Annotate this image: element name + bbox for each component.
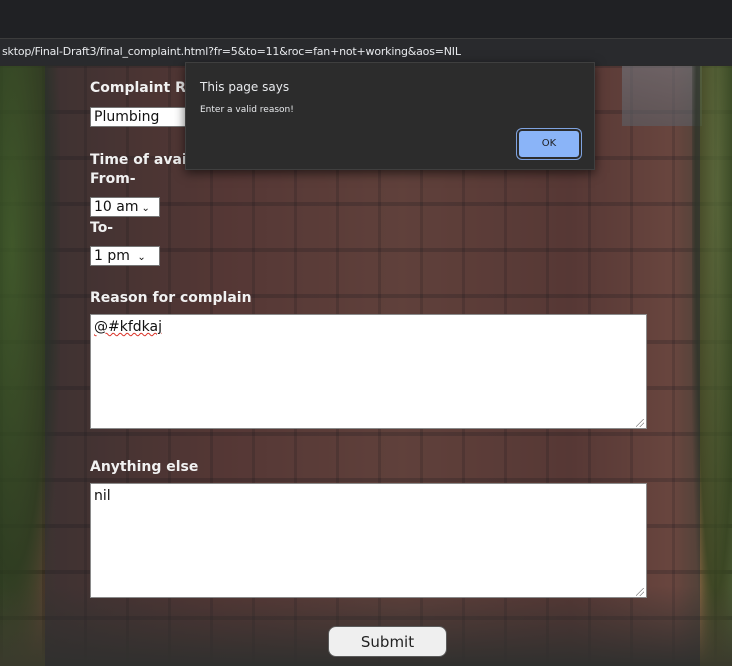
resize-grip-icon[interactable] (636, 588, 644, 596)
to-time-value: 1 pm (94, 248, 130, 264)
to-time-select[interactable]: 1 pm ⌄ (90, 246, 160, 266)
from-time-select[interactable]: 10 am ⌄ (90, 197, 160, 217)
complaint-label: Complaint Re (90, 80, 196, 96)
anything-else-textarea[interactable]: nil (90, 483, 647, 598)
chevron-down-icon: ⌄ (137, 252, 146, 263)
complaint-type-select[interactable]: Plumbing (90, 107, 190, 127)
from-time-value: 10 am (94, 199, 139, 215)
to-label: To- (90, 220, 114, 236)
reason-textarea[interactable]: @#kfdkaj (90, 314, 647, 429)
ok-button[interactable]: OK (519, 131, 579, 157)
chevron-down-icon: ⌄ (141, 203, 150, 214)
resize-grip-icon[interactable] (636, 419, 644, 427)
submit-button[interactable]: Submit (328, 626, 447, 657)
dialog-message: Enter a valid reason! (200, 105, 294, 115)
anything-else-text: nil (94, 488, 111, 504)
reason-label: Reason for complain (90, 290, 252, 306)
reason-text: @#kfdkaj (94, 319, 162, 335)
browser-tab-bar (0, 0, 732, 39)
dialog-title: This page says (200, 80, 290, 94)
time-label: Time of avail (90, 152, 192, 168)
alert-dialog: This page says Enter a valid reason! OK (185, 62, 595, 170)
complaint-type-value: Plumbing (94, 109, 160, 125)
url-text[interactable]: sktop/Final-Draft3/final_complaint.html?… (0, 45, 461, 58)
from-label: From- (90, 171, 136, 187)
anything-else-label: Anything else (90, 459, 199, 475)
